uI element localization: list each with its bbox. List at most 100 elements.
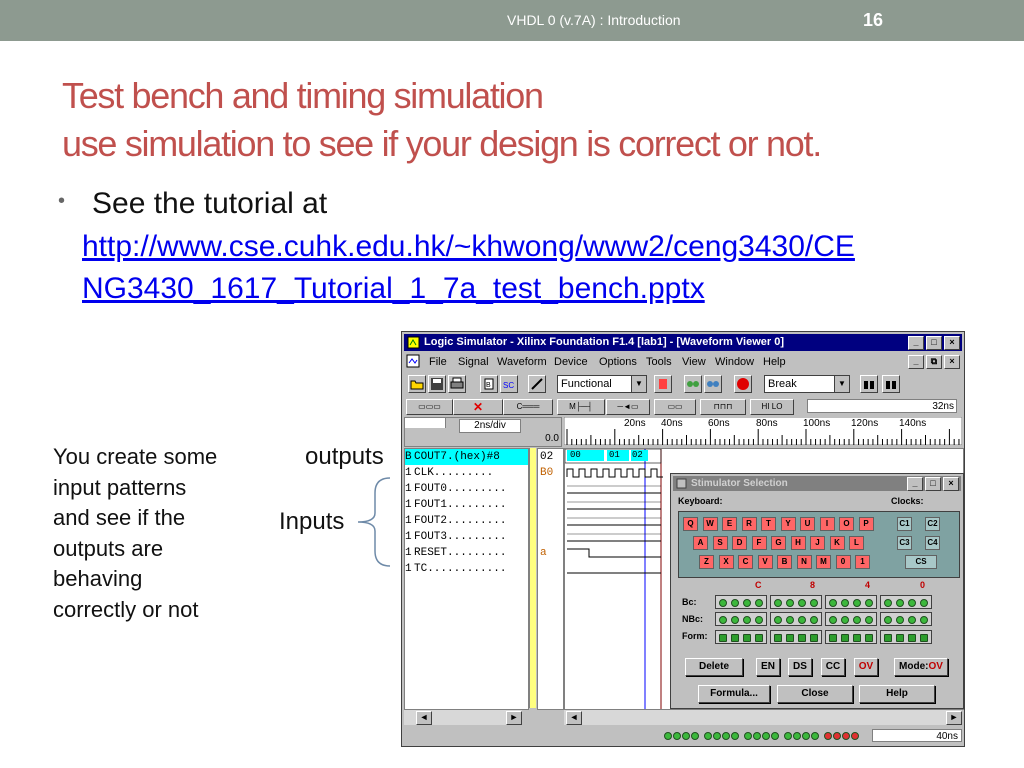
chevron-down-icon[interactable]: ▼ xyxy=(631,376,646,392)
led[interactable] xyxy=(786,599,794,607)
key-c[interactable]: C xyxy=(738,555,753,569)
led[interactable] xyxy=(743,634,751,642)
led[interactable] xyxy=(865,599,873,607)
high-low-icon[interactable]: HI LO xyxy=(750,399,794,415)
led[interactable] xyxy=(829,634,837,642)
led[interactable] xyxy=(884,616,892,624)
key-i[interactable]: I xyxy=(819,517,835,531)
key-f[interactable]: F xyxy=(751,536,767,550)
open-icon[interactable] xyxy=(408,375,426,393)
probe-icon[interactable] xyxy=(528,375,546,393)
break-select[interactable]: Break ▼ xyxy=(764,375,850,393)
key-s[interactable]: S xyxy=(712,536,728,550)
key-g[interactable]: G xyxy=(771,536,786,550)
led-group[interactable] xyxy=(770,595,822,609)
led[interactable] xyxy=(884,599,892,607)
menu-tools[interactable]: Tools xyxy=(646,356,672,368)
tutorial-link-line-1[interactable]: http://www.cse.cuhk.edu.hk/~khwong/www2/… xyxy=(82,226,982,268)
doc-minimize-button[interactable]: _ xyxy=(908,355,924,369)
tutorial-link-line-2[interactable]: NG3430_1617_Tutorial_1_7a_test_bench.ppt… xyxy=(82,268,982,310)
menu-view[interactable]: View xyxy=(682,356,706,368)
led[interactable] xyxy=(920,599,928,607)
led[interactable] xyxy=(920,634,928,642)
menu-file[interactable]: File xyxy=(429,356,447,368)
key-w[interactable]: W xyxy=(702,517,718,531)
stop-icon[interactable] xyxy=(734,375,752,393)
scroll-right-icon[interactable]: ► xyxy=(946,711,962,725)
key-k[interactable]: K xyxy=(829,536,845,550)
led[interactable] xyxy=(755,599,763,607)
clock-key-c4[interactable]: C4 xyxy=(925,536,940,550)
signal-row[interactable]: 1 FOUT2......... xyxy=(405,513,528,529)
minimize-button[interactable]: _ xyxy=(908,336,924,350)
close-button[interactable]: × xyxy=(944,336,960,350)
key-r[interactable]: R xyxy=(741,517,757,531)
led[interactable] xyxy=(853,634,861,642)
led[interactable] xyxy=(774,634,782,642)
led[interactable] xyxy=(786,634,794,642)
wave-pattern-icon[interactable]: ⊓⊓⊓ xyxy=(700,399,746,415)
en-button[interactable]: EN xyxy=(756,658,780,676)
stim-minimize-button[interactable]: _ xyxy=(907,477,923,491)
led[interactable] xyxy=(743,616,751,624)
led[interactable] xyxy=(896,616,904,624)
waveform-scrollbar[interactable]: ◄ ► xyxy=(564,710,962,725)
clock-key-c3[interactable]: C3 xyxy=(897,536,912,550)
clock-key-c2[interactable]: C2 xyxy=(925,517,940,531)
led[interactable] xyxy=(896,599,904,607)
bus-icon[interactable]: ▭▭ xyxy=(654,399,696,415)
led[interactable] xyxy=(810,599,818,607)
led[interactable] xyxy=(798,634,806,642)
stim-close-button[interactable]: × xyxy=(943,477,959,491)
stimulator-titlebar[interactable]: Stimulator Selection _ □ × xyxy=(673,476,961,491)
find-next-icon[interactable] xyxy=(882,375,900,393)
led[interactable] xyxy=(719,599,727,607)
led[interactable] xyxy=(829,599,837,607)
clock-key-cs[interactable]: CS xyxy=(905,555,937,569)
key-a[interactable]: A xyxy=(693,536,708,550)
led[interactable] xyxy=(853,616,861,624)
led[interactable] xyxy=(908,634,916,642)
key-q[interactable]: Q xyxy=(683,517,698,531)
led[interactable] xyxy=(719,616,727,624)
led-group[interactable] xyxy=(770,630,822,644)
clock-key-c1[interactable]: C1 xyxy=(897,517,912,531)
led[interactable] xyxy=(908,616,916,624)
led-group[interactable] xyxy=(825,612,877,626)
led[interactable] xyxy=(731,616,739,624)
help-button[interactable]: Help xyxy=(859,685,935,703)
signal-row[interactable]: 1 TC............ xyxy=(405,561,528,577)
led[interactable] xyxy=(798,599,806,607)
led[interactable] xyxy=(786,616,794,624)
key-d[interactable]: D xyxy=(732,536,747,550)
menu-window[interactable]: Window xyxy=(715,356,754,368)
doc-close-button[interactable]: × xyxy=(944,355,960,369)
led-group[interactable] xyxy=(715,595,767,609)
scroll-left-icon[interactable]: ◄ xyxy=(416,711,432,725)
ds-button[interactable]: DS xyxy=(788,658,812,676)
menu-device[interactable]: Device xyxy=(554,356,588,368)
zoom-fit-icon[interactable]: ▭▭▭ xyxy=(406,399,453,415)
component-icon[interactable]: B xyxy=(480,375,498,393)
led-group[interactable] xyxy=(880,630,932,644)
led[interactable] xyxy=(774,599,782,607)
formula-button[interactable]: Formula... xyxy=(698,685,770,703)
led[interactable] xyxy=(810,616,818,624)
key-t[interactable]: T xyxy=(761,517,776,531)
signal-scrollbar[interactable]: ◄ ► xyxy=(404,710,522,725)
tutorial-link[interactable]: http://www.cse.cuhk.edu.hk/~khwong/www2/… xyxy=(82,226,982,310)
key-o[interactable]: O xyxy=(839,517,854,531)
delete-button[interactable]: Delete xyxy=(685,658,743,676)
signal-row[interactable]: 1 FOUT0......... xyxy=(405,481,528,497)
key-j[interactable]: J xyxy=(810,536,825,550)
key-m[interactable]: M xyxy=(816,555,831,569)
led[interactable] xyxy=(841,599,849,607)
find-icon[interactable] xyxy=(860,375,878,393)
led-group[interactable] xyxy=(880,612,932,626)
led[interactable] xyxy=(731,634,739,642)
menu-waveform[interactable]: Waveform xyxy=(497,356,547,368)
led[interactable] xyxy=(841,634,849,642)
signal-row[interactable]: 1 FOUT1......... xyxy=(405,497,528,513)
signal-row[interactable]: 1 FOUT3......... xyxy=(405,529,528,545)
key-b[interactable]: B xyxy=(777,555,792,569)
